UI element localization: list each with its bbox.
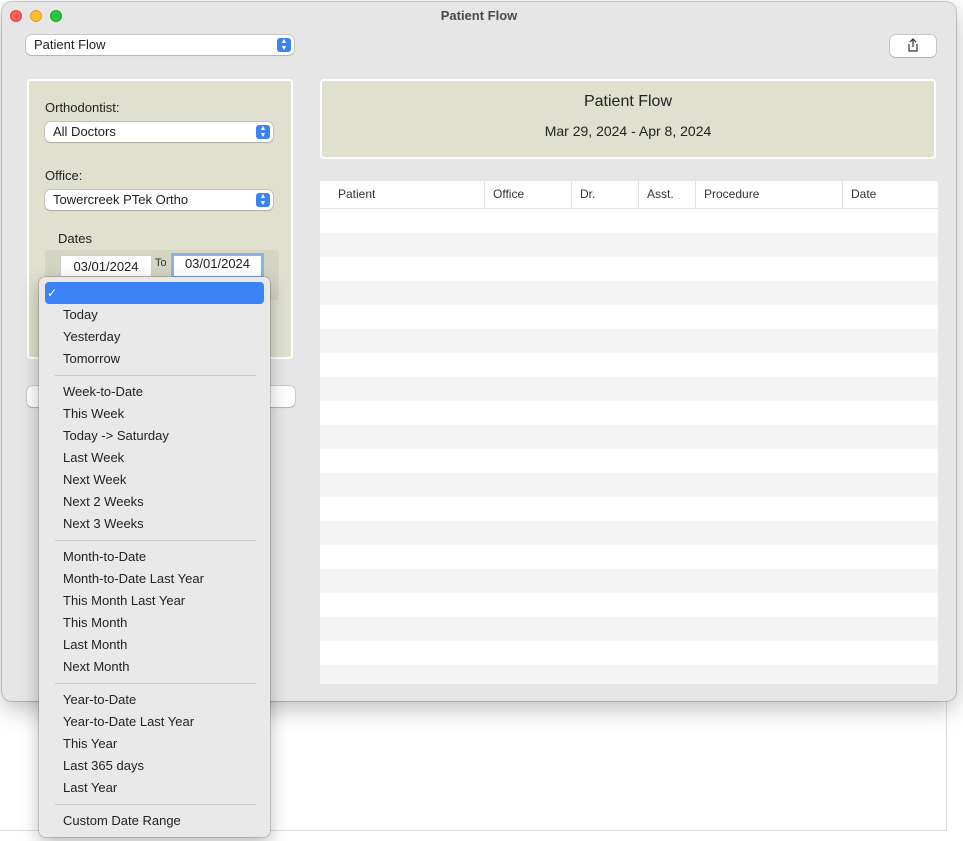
column-header-procedure[interactable]: Procedure <box>695 181 842 208</box>
menu-item-year-to-date[interactable]: Year-to-Date <box>45 689 264 711</box>
menu-item-next-3-weeks[interactable]: Next 3 Weeks <box>45 513 264 535</box>
window-title: Patient Flow <box>440 8 518 23</box>
updown-chevron-icon: ▲ ▼ <box>277 38 291 52</box>
dates-label: Dates <box>58 231 92 246</box>
table-row <box>320 233 938 257</box>
menu-item-last-year[interactable]: Last Year <box>45 777 264 799</box>
menu-item-this-year[interactable]: This Year <box>45 733 264 755</box>
menu-item-today-to-saturday[interactable]: Today -> Saturday <box>45 425 264 447</box>
orthodontist-select[interactable]: All Doctors ▲ ▼ <box>45 122 273 142</box>
table-row <box>320 209 938 233</box>
report-date-range: Mar 29, 2024 - Apr 8, 2024 <box>544 123 712 139</box>
menu-separator <box>55 540 256 541</box>
table-row <box>320 473 938 497</box>
menu-item-this-week[interactable]: This Week <box>45 403 264 425</box>
table-row <box>320 641 938 665</box>
table-row <box>320 665 938 684</box>
table-row <box>320 593 938 617</box>
menu-separator <box>55 683 256 684</box>
table-row <box>320 257 938 281</box>
office-label: Office: <box>45 168 83 183</box>
menu-item-next-week[interactable]: Next Week <box>45 469 264 491</box>
menu-item-week-to-date[interactable]: Week-to-Date <box>45 381 264 403</box>
date-to-field[interactable]: 03/01/2024 <box>171 253 264 279</box>
checkmark-icon: ✓ <box>47 286 58 300</box>
menu-separator <box>55 804 256 805</box>
column-header-assistant[interactable]: Asst. <box>638 181 695 208</box>
table-row <box>320 281 938 305</box>
table-row <box>320 449 938 473</box>
menu-item-yesterday[interactable]: Yesterday <box>45 326 264 348</box>
office-select-value: Towercreek PTek Ortho <box>53 192 189 207</box>
date-from-field[interactable]: 03/01/2024 <box>60 255 152 277</box>
column-header-date[interactable]: Date <box>842 181 938 208</box>
orthodontist-select-value: All Doctors <box>53 124 116 139</box>
table-row <box>320 353 938 377</box>
menu-item-last-week[interactable]: Last Week <box>45 447 264 469</box>
patient-table: Patient Office Dr. Asst. Procedure Date <box>320 181 938 684</box>
column-header-office[interactable]: Office <box>484 181 571 208</box>
report-select-value: Patient Flow <box>34 37 106 52</box>
orthodontist-label: Orthodontist: <box>45 100 120 115</box>
table-row <box>320 569 938 593</box>
table-row <box>320 305 938 329</box>
menu-item-today[interactable]: Today <box>45 304 264 326</box>
menu-item-next-month[interactable]: Next Month <box>45 656 264 678</box>
menu-item-this-month[interactable]: This Month <box>45 612 264 634</box>
table-row <box>320 329 938 353</box>
share-icon <box>908 38 918 52</box>
table-row <box>320 617 938 641</box>
to-label: To <box>155 257 167 269</box>
date-range-menu: ✓ Today Yesterday Tomorrow Week-to-Date … <box>39 277 270 837</box>
menu-item-month-to-date[interactable]: Month-to-Date <box>45 546 264 568</box>
menu-item-month-to-date-last-year[interactable]: Month-to-Date Last Year <box>45 568 264 590</box>
menu-item-tomorrow[interactable]: Tomorrow <box>45 348 264 370</box>
menu-item-next-2-weeks[interactable]: Next 2 Weeks <box>45 491 264 513</box>
office-select[interactable]: Towercreek PTek Ortho ▲ ▼ <box>45 190 273 210</box>
menu-separator <box>55 375 256 376</box>
table-row <box>320 401 938 425</box>
menu-item-custom-date-range[interactable]: Custom Date Range <box>45 810 264 832</box>
share-button[interactable] <box>890 35 936 57</box>
menu-item-last-365-days[interactable]: Last 365 days <box>45 755 264 777</box>
menu-item-year-to-date-last-year[interactable]: Year-to-Date Last Year <box>45 711 264 733</box>
menu-item-blank-selected[interactable]: ✓ <box>45 282 264 304</box>
menu-item-last-month[interactable]: Last Month <box>45 634 264 656</box>
table-row <box>320 497 938 521</box>
table-header: Patient Office Dr. Asst. Procedure Date <box>320 181 938 209</box>
table-row <box>320 377 938 401</box>
report-header: Patient Flow Mar 29, 2024 - Apr 8, 2024 <box>320 79 936 159</box>
table-row <box>320 545 938 569</box>
report-title: Patient Flow <box>583 93 673 110</box>
table-row <box>320 521 938 545</box>
menu-item-this-month-last-year[interactable]: This Month Last Year <box>45 590 264 612</box>
table-row <box>320 425 938 449</box>
updown-chevron-icon: ▲ ▼ <box>256 125 270 139</box>
table-body <box>320 209 938 684</box>
column-header-patient[interactable]: Patient <box>330 181 484 208</box>
updown-chevron-icon: ▲ ▼ <box>256 193 270 207</box>
title-bar: Patient Flow <box>2 2 956 30</box>
report-select[interactable]: Patient Flow ▲ ▼ <box>26 35 294 55</box>
column-header-doctor[interactable]: Dr. <box>571 181 638 208</box>
